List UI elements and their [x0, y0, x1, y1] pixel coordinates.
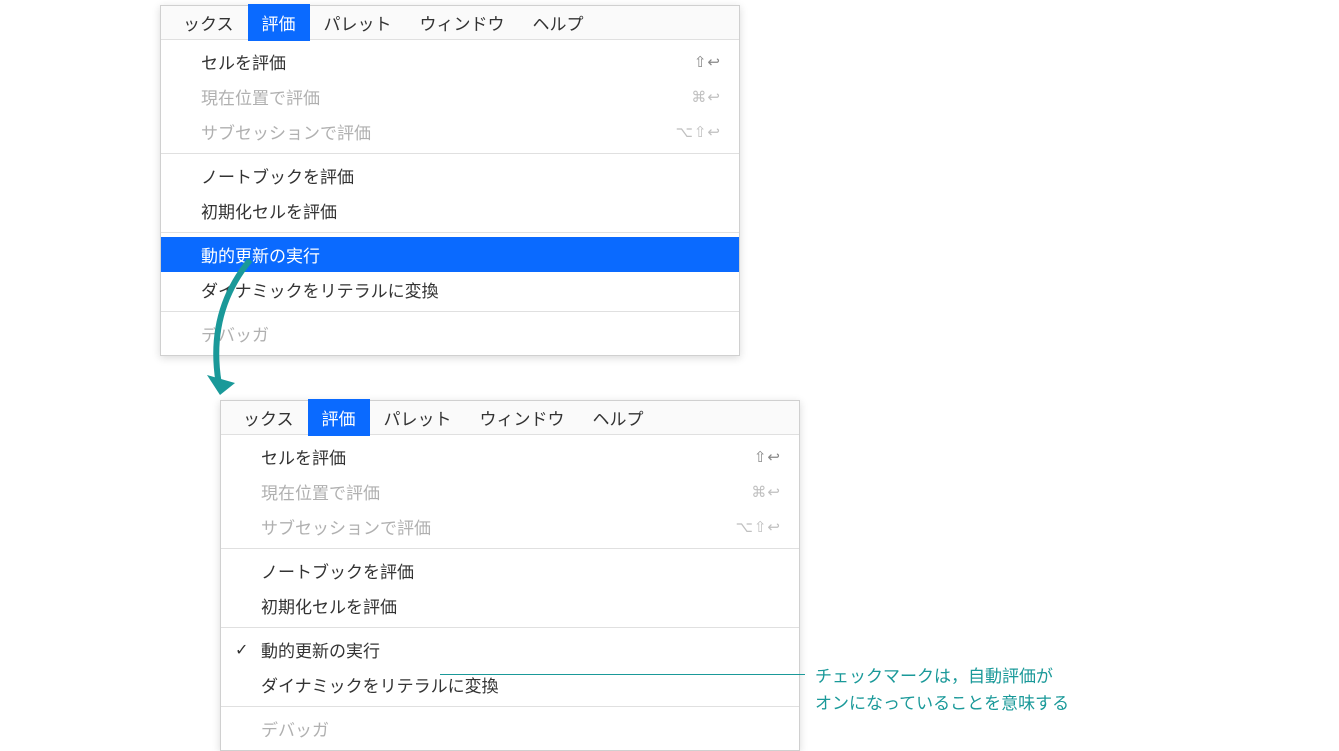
menu-label: サブセッションで評価	[201, 119, 371, 144]
menubar-item-box[interactable]: ックス	[229, 399, 308, 436]
shortcut: ⌥⇧↩	[676, 123, 721, 141]
menu-label: ダイナミックをリテラルに変換	[261, 672, 499, 697]
menu-item-dynamic-updating-checked[interactable]: ✓ 動的更新の実行	[221, 632, 799, 667]
menu-item-evaluate-subsession: サブセッションで評価 ⌥⇧↩	[221, 509, 799, 544]
menu-label: デバッガ	[201, 321, 269, 346]
shortcut: ⌘↩	[691, 88, 721, 106]
menu-divider	[221, 548, 799, 549]
menubar-item-palette[interactable]: パレット	[370, 399, 466, 436]
menu-label: ノートブックを評価	[261, 558, 414, 583]
menu-item-dynamic-to-literal[interactable]: ダイナミックをリテラルに変換	[161, 272, 739, 307]
shortcut: ⇧↩	[694, 53, 721, 71]
menu-item-evaluate-cell[interactable]: セルを評価 ⇧↩	[221, 439, 799, 474]
menubar-item-window[interactable]: ウィンドウ	[406, 4, 519, 41]
menu-item-evaluate-init-cells[interactable]: 初期化セルを評価	[161, 193, 739, 228]
menubar: ックス 評価 パレット ウィンドウ ヘルプ	[221, 401, 799, 435]
menubar-item-palette[interactable]: パレット	[310, 4, 406, 41]
menu-label: デバッガ	[261, 716, 329, 741]
menu-divider	[161, 232, 739, 233]
annotation-connector	[440, 674, 805, 675]
menu-item-evaluate-in-place: 現在位置で評価 ⌘↩	[221, 474, 799, 509]
checkmark-icon: ✓	[235, 640, 248, 660]
menu-divider	[221, 706, 799, 707]
menubar-item-help[interactable]: ヘルプ	[579, 399, 658, 436]
menu-label: 動的更新の実行	[261, 637, 380, 662]
menu-item-debugger: デバッガ	[221, 711, 799, 746]
menu-divider	[161, 153, 739, 154]
annotation-line2: オンになっていることを意味する	[815, 690, 1069, 717]
menu-label: 初期化セルを評価	[201, 198, 337, 223]
menu-label: 現在位置で評価	[261, 479, 380, 504]
menu-item-evaluate-cell[interactable]: セルを評価 ⇧↩	[161, 44, 739, 79]
shortcut: ⌥⇧↩	[736, 518, 781, 536]
menu-item-evaluate-subsession: サブセッションで評価 ⌥⇧↩	[161, 114, 739, 149]
menu-item-debugger: デバッガ	[161, 316, 739, 351]
menu-item-evaluate-notebook[interactable]: ノートブックを評価	[161, 158, 739, 193]
menubar-item-help[interactable]: ヘルプ	[519, 4, 598, 41]
menu-label: ダイナミックをリテラルに変換	[201, 277, 439, 302]
menu-label: 現在位置で評価	[201, 84, 320, 109]
menu-divider	[161, 311, 739, 312]
menu-item-evaluate-notebook[interactable]: ノートブックを評価	[221, 553, 799, 588]
annotation-text: チェックマークは，自動評価が オンになっていることを意味する	[815, 663, 1069, 717]
menu-label: ノートブックを評価	[201, 163, 354, 188]
menubar: ックス 評価 パレット ウィンドウ ヘルプ	[161, 6, 739, 40]
dropdown-menu: セルを評価 ⇧↩ 現在位置で評価 ⌘↩ サブセッションで評価 ⌥⇧↩ ノートブッ…	[161, 40, 739, 355]
menu-label: セルを評価	[261, 444, 346, 469]
menubar-item-box[interactable]: ックス	[169, 4, 248, 41]
menu-label: サブセッションで評価	[261, 514, 431, 539]
menu-item-dynamic-to-literal[interactable]: ダイナミックをリテラルに変換	[221, 667, 799, 702]
menu-item-evaluate-init-cells[interactable]: 初期化セルを評価	[221, 588, 799, 623]
menu-item-dynamic-updating[interactable]: 動的更新の実行	[161, 237, 739, 272]
menu-label: 動的更新の実行	[201, 242, 320, 267]
menubar-item-window[interactable]: ウィンドウ	[466, 399, 579, 436]
annotation-line1: チェックマークは，自動評価が	[815, 663, 1069, 690]
menubar-item-evaluate[interactable]: 評価	[248, 4, 310, 41]
shortcut: ⇧↩	[754, 448, 781, 466]
menu-divider	[221, 627, 799, 628]
dropdown-menu: セルを評価 ⇧↩ 現在位置で評価 ⌘↩ サブセッションで評価 ⌥⇧↩ ノートブッ…	[221, 435, 799, 750]
menu-window-after: ックス 評価 パレット ウィンドウ ヘルプ セルを評価 ⇧↩ 現在位置で評価 ⌘…	[220, 400, 800, 751]
menu-label: 初期化セルを評価	[261, 593, 397, 618]
shortcut: ⌘↩	[751, 483, 781, 501]
menu-item-evaluate-in-place: 現在位置で評価 ⌘↩	[161, 79, 739, 114]
menubar-item-evaluate[interactable]: 評価	[308, 399, 370, 436]
menu-window-before: ックス 評価 パレット ウィンドウ ヘルプ セルを評価 ⇧↩ 現在位置で評価 ⌘…	[160, 5, 740, 356]
menu-label: セルを評価	[201, 49, 286, 74]
